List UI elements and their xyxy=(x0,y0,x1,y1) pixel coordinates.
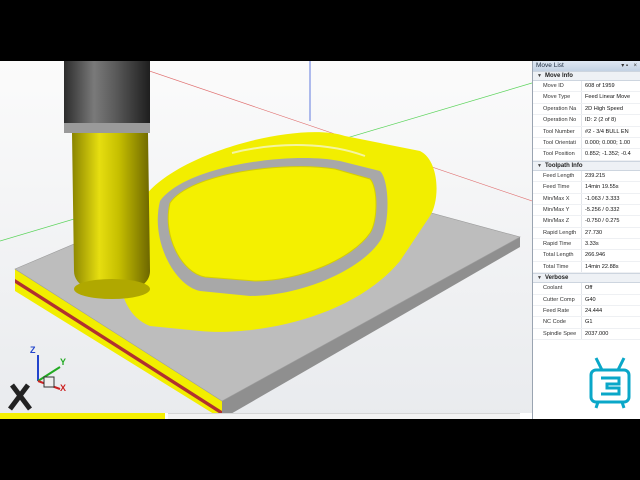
property-row[interactable]: Tool Orientati 0.000; 0.000; 1.00 xyxy=(533,137,640,150)
triangle-down-icon[interactable]: ▼ xyxy=(537,72,542,81)
property-value: -5.256 / 0.332 xyxy=(585,206,620,213)
property-row[interactable]: Min/Max Y -5.256 / 0.332 xyxy=(533,204,640,217)
property-row[interactable]: Coolant Off xyxy=(533,283,640,295)
progress-bar-filled xyxy=(0,413,165,419)
property-label: Total Time xyxy=(533,261,582,273)
property-label: Tool Orientati xyxy=(533,137,582,149)
property-value: 2037.000 xyxy=(585,330,609,337)
property-label: Cutter Comp xyxy=(533,294,582,306)
property-label: Min/Max Z xyxy=(533,216,582,227)
tool-tip xyxy=(74,279,150,299)
triangle-down-icon[interactable]: ▼ xyxy=(537,274,542,283)
property-label: Tool Position xyxy=(533,149,582,160)
property-label: Feed Rate xyxy=(533,306,582,317)
panel-close-button[interactable]: × xyxy=(633,61,637,71)
progress-bar-track xyxy=(168,413,520,419)
property-value: 0.000; 0.000; 1.00 xyxy=(585,139,631,146)
property-label: Min/Max X xyxy=(533,193,582,204)
property-row[interactable]: Min/Max Z -0.750 / 0.275 xyxy=(533,216,640,228)
property-row[interactable]: Rapid Time 3.33s xyxy=(533,239,640,251)
property-row[interactable]: Operation Na 2D High Speed xyxy=(533,103,640,116)
property-label: Coolant xyxy=(533,283,582,294)
property-value: ID: 2 (2 of 8) xyxy=(585,117,617,124)
property-value: #2 - 3/4 BULL EN xyxy=(585,128,629,135)
property-value: G1 xyxy=(585,319,593,326)
tool-cutter xyxy=(72,133,150,294)
property-value: 239.215 xyxy=(585,172,606,179)
panel-title: Move List xyxy=(536,62,564,69)
property-label: Rapid Length xyxy=(533,227,582,239)
property-label: Rapid Time xyxy=(533,239,582,250)
property-row[interactable]: Total Length 266.946 xyxy=(533,250,640,262)
triad-x-label: X xyxy=(60,383,67,393)
property-value: 266.946 xyxy=(585,252,606,259)
property-value: 2D High Speed xyxy=(585,105,623,112)
property-label: Operation Na xyxy=(533,103,582,115)
section-header[interactable]: ▼ Toolpath Info xyxy=(533,160,640,171)
property-value: 608 of 1959 xyxy=(585,83,615,89)
property-row[interactable]: Rapid Length 27.730 xyxy=(533,227,640,240)
property-row[interactable]: Feed Rate 24.444 xyxy=(533,306,640,318)
property-value: 0.852; -1.352; -0.4 xyxy=(585,151,631,158)
property-row[interactable]: NC Code G1 xyxy=(533,317,640,329)
property-label: Spindle Spee xyxy=(533,328,582,340)
panel-title-bar[interactable]: Move List ▾ ▪ × xyxy=(533,61,640,71)
property-row[interactable]: Move ID 608 of 1959 xyxy=(533,81,640,93)
property-value: 27.730 xyxy=(585,229,603,236)
property-label: Feed Time xyxy=(533,182,582,193)
section-header[interactable]: ▼ Move Info xyxy=(533,71,640,81)
property-label: Feed Length xyxy=(533,170,582,182)
property-row[interactable]: Operation No ID: 2 (2 of 8) xyxy=(533,115,640,127)
property-label: Min/Max Y xyxy=(533,204,582,216)
panel-pin-button[interactable]: ▾ ▪ xyxy=(621,61,628,71)
property-row[interactable]: Tool Number #2 - 3/4 BULL EN xyxy=(533,126,640,138)
tool-shank xyxy=(64,61,150,123)
property-row[interactable]: Feed Length 239.215 xyxy=(533,170,640,183)
tv-logo-icon xyxy=(588,356,632,414)
property-value: -0.750 / 0.275 xyxy=(585,218,620,225)
property-row[interactable]: Total Time 14min 22.88s xyxy=(533,261,640,274)
property-grid: ▼ Move Info Move ID 608 of 1959 Move Type Fee… xyxy=(533,71,640,341)
property-value: 24.444 xyxy=(585,308,603,315)
property-label: NC Code xyxy=(533,317,582,328)
property-row[interactable]: Cutter Comp G40 xyxy=(533,294,640,307)
property-row[interactable]: Tool Position 0.852; -1.352; -0.4 xyxy=(533,149,640,161)
triangle-down-icon[interactable]: ▼ xyxy=(537,162,542,171)
property-value: -1.063 / 3.333 xyxy=(585,195,620,202)
section-title: Move Info xyxy=(544,73,573,79)
axis-triad-icon: Z Y X xyxy=(8,341,68,411)
property-label: Total Length xyxy=(533,250,582,261)
property-value: 14min 19.55s xyxy=(585,184,619,191)
status-strip xyxy=(0,413,532,419)
3d-viewport[interactable]: Z Y X xyxy=(0,61,532,419)
toolpath-scene xyxy=(0,61,532,419)
property-row[interactable]: Min/Max X -1.063 / 3.333 xyxy=(533,193,640,205)
property-value: Off xyxy=(585,285,593,292)
property-value: G40 xyxy=(585,296,596,303)
property-row[interactable]: Move Type Feed Linear Move xyxy=(533,92,640,104)
section-title: Toolpath Info xyxy=(544,162,583,169)
property-row[interactable]: Feed Time 14min 19.55s xyxy=(533,182,640,194)
triad-z-label: Z xyxy=(30,345,36,355)
property-label: Move ID xyxy=(533,81,582,92)
property-label: Tool Number xyxy=(533,126,582,137)
tool-holder-band xyxy=(64,123,150,133)
property-label: Move Type xyxy=(533,92,582,103)
property-row[interactable]: Spindle Spee 2037.000 xyxy=(533,328,640,341)
section-header[interactable]: ▼ Verbose xyxy=(533,273,640,284)
property-value: 14min 22.88s xyxy=(585,263,619,270)
property-label: Operation No xyxy=(533,115,582,126)
section-title: Verbose xyxy=(544,275,569,282)
property-value: 3.33s xyxy=(585,241,599,248)
property-value: Feed Linear Move xyxy=(585,94,631,101)
triad-y-label: Y xyxy=(60,357,67,367)
